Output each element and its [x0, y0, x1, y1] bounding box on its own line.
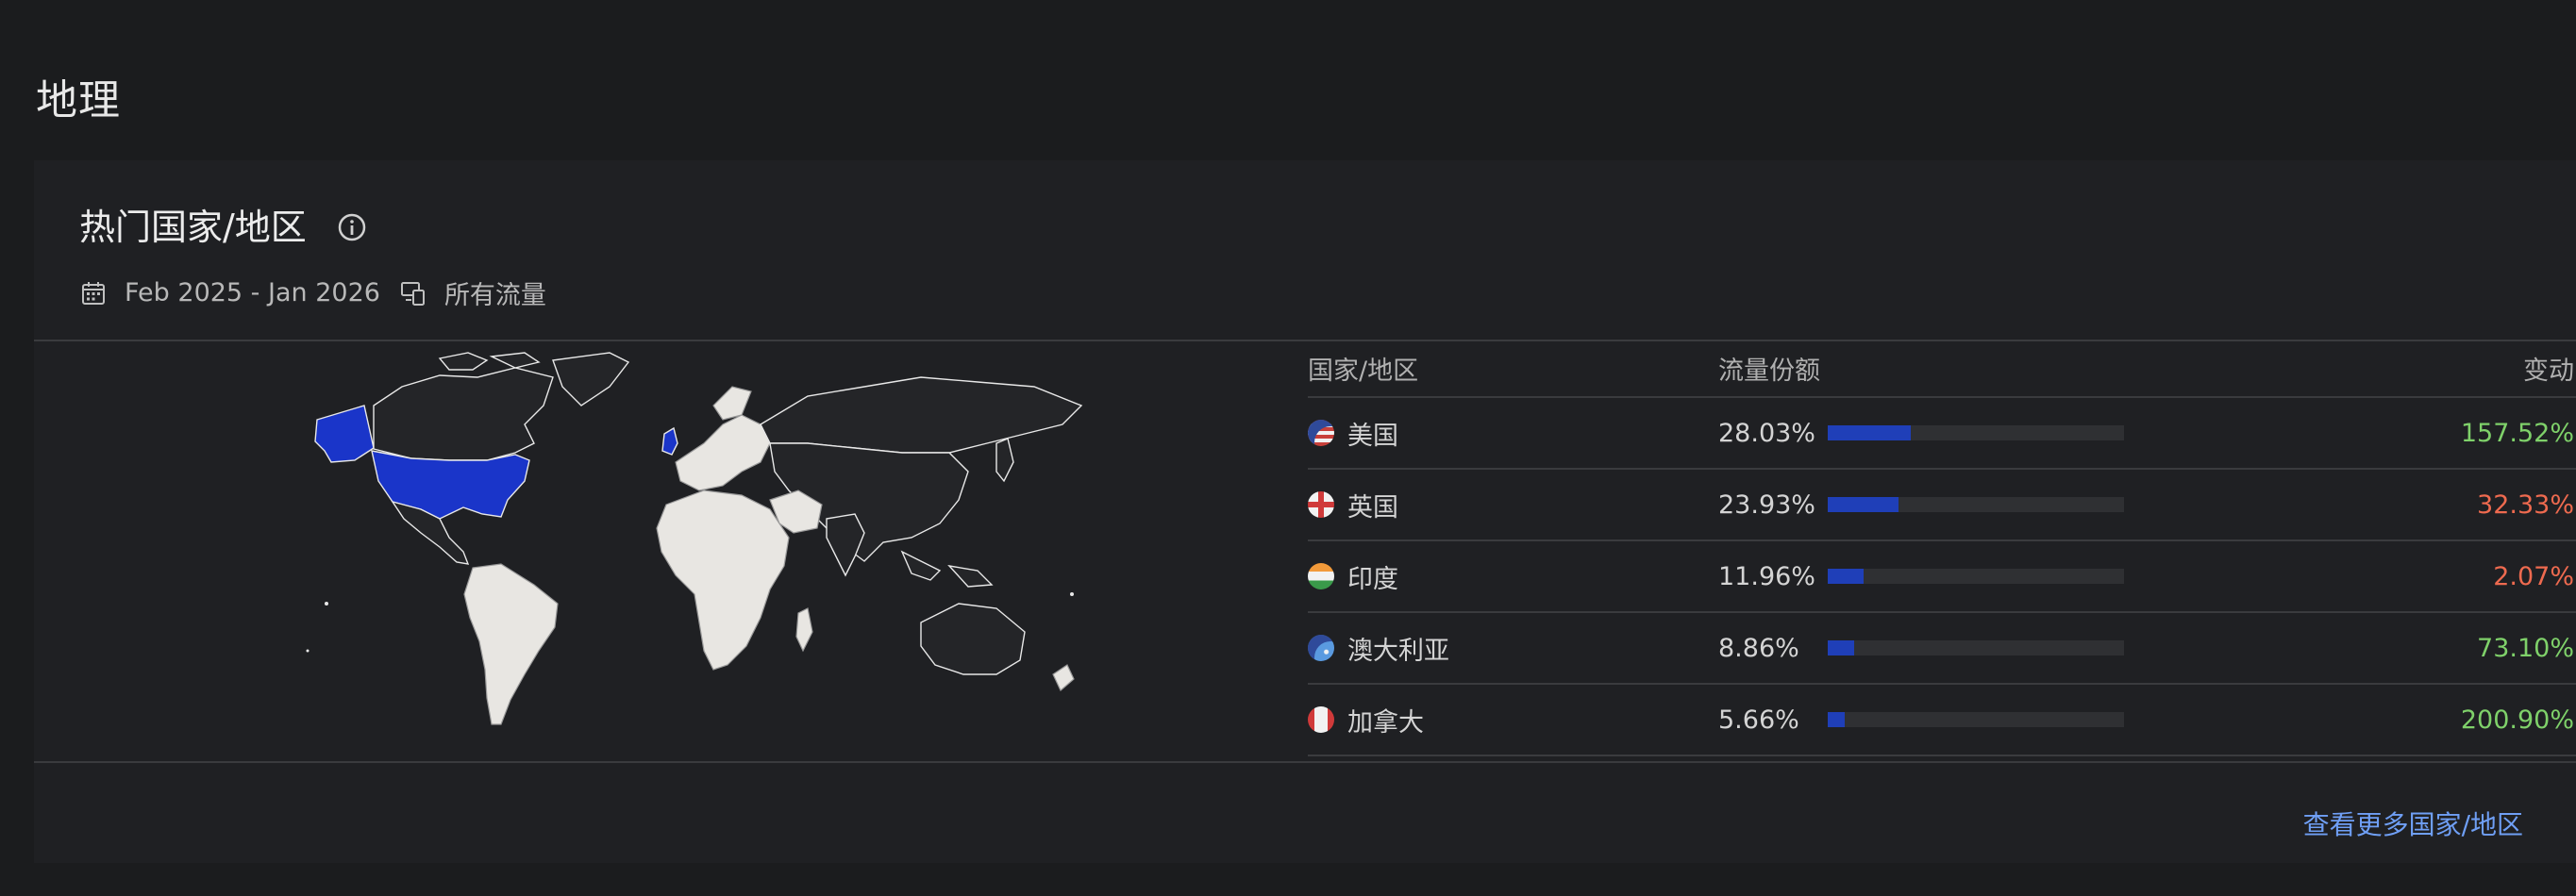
countries-table: 国家/地区 流量份额 变动 美国 28.03% 157.52% 英国 23.93…	[1308, 340, 2576, 756]
divider-bottom	[34, 761, 2576, 763]
flag-canada-icon	[1308, 706, 1334, 733]
card-title: 热门国家/地区	[79, 198, 546, 250]
header-country: 国家/地区	[1308, 356, 1419, 386]
header-change: 变动	[2523, 356, 2574, 386]
share-value: 28.03%	[1718, 418, 1815, 448]
world-map[interactable]	[298, 349, 1110, 745]
country-name: 英国	[1347, 492, 1398, 523]
change-value: 157.52%	[2460, 418, 2574, 448]
country-name: 澳大利亚	[1347, 636, 1449, 666]
flag-uk-icon	[1308, 491, 1334, 518]
info-icon[interactable]	[337, 209, 367, 241]
share-value: 23.93%	[1718, 489, 1815, 520]
map-uk	[661, 426, 678, 456]
share-bar-fill	[1828, 425, 1911, 440]
share-value: 11.96%	[1718, 561, 1815, 591]
country-name: 加拿大	[1347, 707, 1424, 738]
change-value: 32.33%	[2477, 489, 2574, 520]
map-greenland	[552, 352, 630, 407]
share-bar-fill	[1828, 712, 1845, 727]
share-bar	[1828, 712, 2124, 727]
table-row[interactable]: 印度 11.96% 2.07%	[1308, 541, 2576, 613]
share-bar-fill	[1828, 569, 1864, 584]
map-south-america	[463, 563, 559, 725]
map-usa	[371, 450, 530, 520]
geography-page: 地理 热门国家/地区 Feb 2025 - Jan 2026 所有流量 国家/地…	[0, 0, 2576, 896]
share-bar-fill	[1828, 497, 1899, 512]
table-row[interactable]: 美国 28.03% 157.52%	[1308, 398, 2576, 470]
share-bar	[1828, 569, 2124, 584]
section-title: 地理	[36, 76, 121, 124]
view-more-link[interactable]: 查看更多国家/地区	[2303, 805, 2523, 842]
change-value: 73.10%	[2477, 633, 2574, 663]
country-name: 印度	[1347, 564, 1398, 594]
devices-icon	[399, 279, 427, 307]
table-row[interactable]: 加拿大 5.66% 200.90%	[1308, 685, 2576, 756]
map-russia	[760, 376, 1083, 454]
change-value: 2.07%	[2493, 561, 2574, 591]
map-australia	[920, 603, 1026, 675]
share-bar	[1828, 640, 2124, 655]
top-countries-card: 热门国家/地区 Feb 2025 - Jan 2026 所有流量 国家/地区 流…	[34, 160, 2576, 863]
country-name: 美国	[1347, 421, 1398, 451]
card-title-text: 热门国家/地区	[79, 207, 307, 248]
table-row[interactable]: 澳大利亚 8.86% 73.10%	[1308, 613, 2576, 685]
flag-india-icon	[1308, 563, 1334, 589]
share-value: 8.86%	[1718, 633, 1799, 663]
map-europe	[675, 414, 771, 491]
map-alaska	[314, 405, 375, 463]
flag-us-icon	[1308, 420, 1334, 446]
calendar-icon	[79, 279, 108, 307]
share-value: 5.66%	[1718, 705, 1799, 735]
map-canada	[373, 367, 554, 461]
map-india	[826, 513, 865, 577]
table-row[interactable]: 英国 23.93% 32.33%	[1308, 470, 2576, 541]
card-header: 热门国家/地区 Feb 2025 - Jan 2026 所有流量	[79, 198, 546, 311]
share-bar	[1828, 497, 2124, 512]
traffic-filter[interactable]: 所有流量	[444, 274, 546, 311]
share-bar	[1828, 425, 2124, 440]
map-africa	[656, 489, 790, 671]
flag-australia-icon	[1308, 635, 1334, 661]
share-bar-fill	[1828, 640, 1854, 655]
table-header: 国家/地区 流量份额 变动	[1308, 340, 2576, 398]
card-meta: Feb 2025 - Jan 2026 所有流量	[79, 274, 546, 311]
date-range[interactable]: Feb 2025 - Jan 2026	[125, 278, 380, 307]
change-value: 200.90%	[2460, 705, 2574, 735]
header-share: 流量份额	[1718, 356, 1820, 386]
